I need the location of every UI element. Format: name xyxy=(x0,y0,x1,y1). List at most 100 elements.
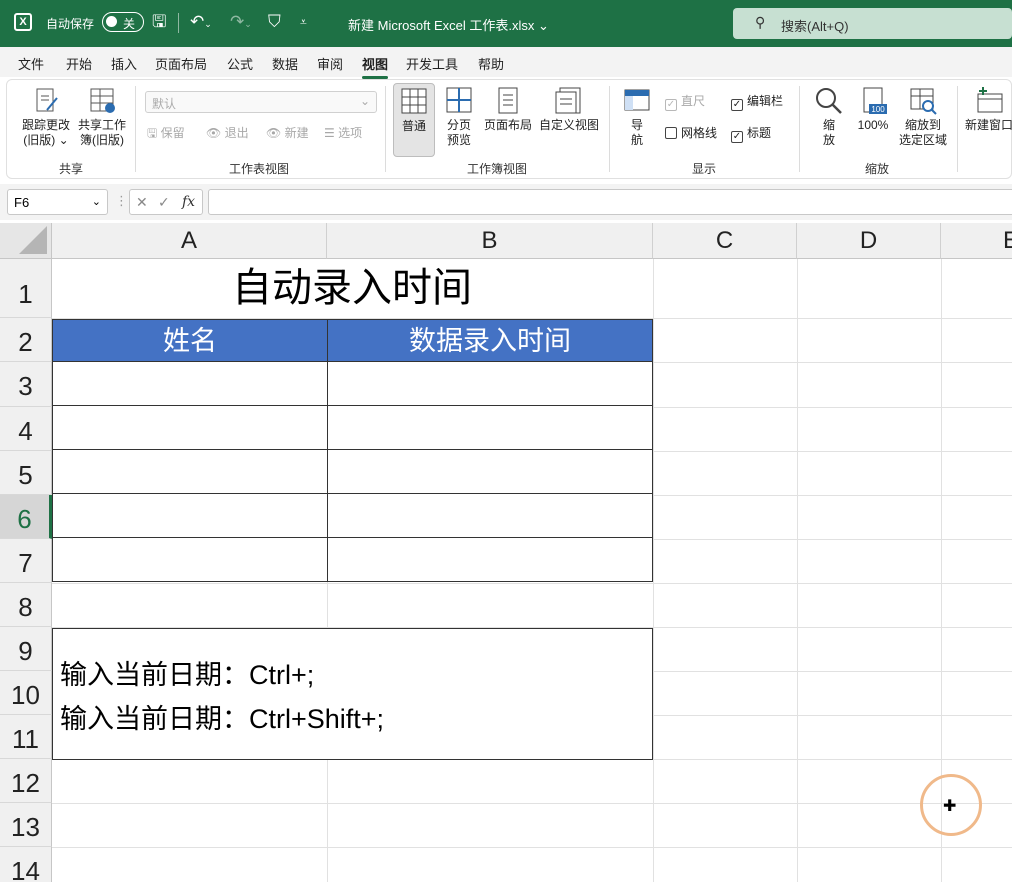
column-header-e[interactable]: E xyxy=(941,223,1012,259)
cell-a6[interactable] xyxy=(52,493,328,538)
tab-view[interactable]: 视图 xyxy=(362,54,389,79)
worksheet-grid[interactable]: A B C D E 1 2 3 4 5 6 7 8 9 10 11 12 13 … xyxy=(0,223,1012,882)
custom-view-button[interactable]: 自定义视图 xyxy=(537,86,601,133)
sheet-title-cell[interactable]: 自动录入时间 xyxy=(52,259,652,318)
search-box[interactable]: ⚲ 搜索(Alt+Q) xyxy=(733,8,1012,39)
exit-view-button[interactable]: 👁 退出 xyxy=(206,126,249,141)
tab-help[interactable]: 帮助 xyxy=(478,54,504,73)
share-workbook-button[interactable]: 共享工作 簿(旧版) xyxy=(73,86,131,148)
row-header-12[interactable]: 12 xyxy=(0,759,52,803)
ribbon: 跟踪更改 (旧版) ⌄ 共享工作 簿(旧版) 共享 默认 ⌄ 🖫 保留 👁 退出… xyxy=(6,79,1012,179)
column-header-b[interactable]: B xyxy=(327,223,653,259)
column-header-c[interactable]: C xyxy=(653,223,797,259)
group-label-workbook-view: 工作簿视图 xyxy=(467,162,528,176)
formula-bar: F6 ⌄ ⋮ ✕ ✓ fx xyxy=(0,184,1012,220)
tab-review[interactable]: 审阅 xyxy=(317,54,343,73)
row-header-4[interactable]: 4 xyxy=(0,407,52,451)
new-view-button[interactable]: 👁 新建 xyxy=(266,126,309,141)
ruler-checkbox[interactable]: ✓ 直尺 xyxy=(665,94,705,111)
name-box[interactable]: F6 ⌄ xyxy=(7,189,108,215)
row-header-13[interactable]: 13 xyxy=(0,803,52,847)
gridline xyxy=(52,847,1012,848)
tab-file[interactable]: 文件 xyxy=(18,54,44,73)
cell-a5[interactable] xyxy=(52,449,328,494)
share-workbook-label-2: 簿(旧版) xyxy=(80,133,124,147)
page-break-icon xyxy=(446,87,472,113)
track-changes-button[interactable]: 跟踪更改 (旧版) ⌄ xyxy=(17,86,75,148)
tab-insert[interactable]: 插入 xyxy=(111,54,137,73)
row-header-1[interactable]: 1 xyxy=(0,259,52,318)
zoom-to-selection-button[interactable]: 缩放到 选定区域 xyxy=(895,86,951,148)
view-options-button[interactable]: ☰ 选项 xyxy=(324,126,362,141)
sheet-view-dropdown[interactable]: 默认 ⌄ xyxy=(145,91,377,113)
title-bar: X 自动保存 关 🖫 ↶⌄ ↷⌄ ⛉ ⩡ 新建 Microsoft Excel … xyxy=(0,0,1012,47)
redo-icon[interactable]: ↷⌄ xyxy=(230,13,252,33)
row-header-14[interactable]: 14 xyxy=(0,847,52,882)
options-label: 选项 xyxy=(338,126,363,140)
new-window-button[interactable]: 新建窗口 xyxy=(965,86,1012,133)
cell-cursor-icon: ✚ xyxy=(943,798,957,815)
document-title[interactable]: 新建 Microsoft Excel 工作表.xlsx ⌄ xyxy=(348,15,549,34)
column-header-d[interactable]: D xyxy=(797,223,941,259)
cell-b7[interactable] xyxy=(327,537,653,582)
row-header-3[interactable]: 3 xyxy=(0,362,52,407)
select-all-corner[interactable] xyxy=(0,223,52,259)
zoom-selection-icon xyxy=(910,88,937,115)
zoom-100-button[interactable]: 100 100% xyxy=(853,86,893,133)
autosave-toggle[interactable]: 关 xyxy=(102,12,144,32)
drag-handle-icon[interactable]: ⋮ xyxy=(115,193,128,209)
gridlines-checkbox[interactable]: 网格线 xyxy=(665,126,717,141)
cancel-icon[interactable]: ✕ xyxy=(136,194,148,211)
page-layout-view-button[interactable]: 页面布局 xyxy=(481,86,535,133)
column-header-a[interactable]: A xyxy=(52,223,327,259)
navigation-button[interactable]: 导 航 xyxy=(619,86,655,148)
excel-logo-icon: X xyxy=(14,13,32,31)
new-window-label: 新建窗口 xyxy=(965,118,1012,132)
new-view-label: 新建 xyxy=(284,126,309,140)
formula-bar-checkbox[interactable]: ✓ 编辑栏 xyxy=(731,94,783,111)
cell-a3[interactable] xyxy=(52,361,328,406)
keep-view-button[interactable]: 🖫 保留 xyxy=(147,126,185,141)
header-cell-time[interactable]: 数据录入时间 xyxy=(327,319,653,362)
zoom-button[interactable]: 缩 放 xyxy=(811,86,847,148)
eye-icon: 👁 xyxy=(206,126,222,140)
gridline xyxy=(52,583,1012,584)
keep-label: 保留 xyxy=(160,126,185,140)
customize-toolbar-icon[interactable]: ⩡ xyxy=(300,13,307,31)
normal-view-button[interactable]: 普通 xyxy=(393,83,435,157)
undo-icon[interactable]: ↶⌄ xyxy=(190,13,212,33)
tab-page-layout[interactable]: 页面布局 xyxy=(155,54,207,73)
cell-a4[interactable] xyxy=(52,405,328,450)
tab-home[interactable]: 开始 xyxy=(66,54,92,73)
filter-icon[interactable]: ⛉ xyxy=(268,13,281,31)
row-header-6[interactable]: 6 xyxy=(0,495,52,539)
tab-developer[interactable]: 开发工具 xyxy=(406,54,458,73)
row-header-7[interactable]: 7 xyxy=(0,539,52,583)
row-header-5[interactable]: 5 xyxy=(0,451,52,495)
row-header-2[interactable]: 2 xyxy=(0,318,52,362)
group-divider xyxy=(799,86,800,172)
row-header-9[interactable]: 9 xyxy=(0,627,52,671)
shortcut-note-box[interactable]: 输入当前日期：Ctrl+; 输入当前日期：Ctrl+Shift+; xyxy=(52,628,653,760)
cell-a7[interactable] xyxy=(52,537,328,582)
formula-actions: ✕ ✓ fx xyxy=(129,189,203,215)
header-cell-name[interactable]: 姓名 xyxy=(52,319,328,362)
tab-formulas[interactable]: 公式 xyxy=(227,54,253,73)
headings-checkbox[interactable]: ✓ 标题 xyxy=(731,126,771,143)
cell-b5[interactable] xyxy=(327,449,653,494)
cell-b4[interactable] xyxy=(327,405,653,450)
save-icon[interactable]: 🖫 xyxy=(152,13,166,31)
cell-b3[interactable] xyxy=(327,361,653,406)
custom-view-label: 自定义视图 xyxy=(538,118,599,132)
row-header-10[interactable]: 10 xyxy=(0,671,52,715)
formula-input[interactable] xyxy=(208,189,1012,215)
keep-icon: 🖫 xyxy=(147,126,158,140)
row-header-8[interactable]: 8 xyxy=(0,583,52,627)
enter-icon[interactable]: ✓ xyxy=(158,194,170,211)
cell-b6[interactable] xyxy=(327,493,653,538)
tab-data[interactable]: 数据 xyxy=(272,54,298,73)
insert-function-button[interactable]: fx xyxy=(182,194,195,210)
exit-label: 退出 xyxy=(224,126,249,140)
row-header-11[interactable]: 11 xyxy=(0,715,52,759)
page-break-preview-button[interactable]: 分页 预览 xyxy=(441,86,477,148)
